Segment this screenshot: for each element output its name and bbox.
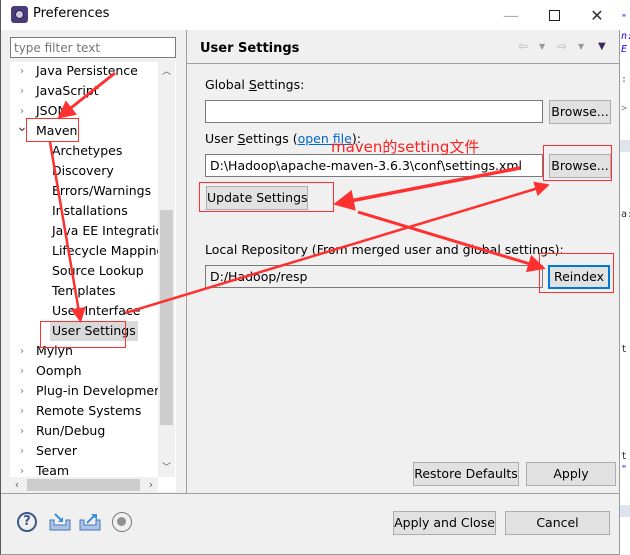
- background-editor: " n: E : > a: t t ": [620, 0, 630, 555]
- label-text: ettings:: [256, 77, 305, 92]
- tree-item-label: Installations: [52, 203, 128, 218]
- scroll-left-icon[interactable]: ‹: [10, 477, 24, 493]
- global-settings-label: Global Settings:: [205, 77, 304, 92]
- panel-divider[interactable]: [186, 30, 187, 493]
- preferences-window: Preferences — ✕ › Java Persistence › JavaSc…: [0, 0, 620, 555]
- editor-glyph: >: [621, 103, 628, 114]
- tree-item-label: JSON: [36, 103, 67, 118]
- chevron-right-icon[interactable]: ›: [16, 361, 28, 381]
- update-settings-button[interactable]: Update Settings: [206, 186, 308, 210]
- view-menu-icon[interactable]: ▼: [598, 41, 606, 52]
- editor-highlight: [620, 140, 630, 152]
- scroll-up-icon[interactable]: ︿: [158, 64, 175, 77]
- tree-item-label: Source Lookup: [52, 263, 144, 278]
- tree-item-label: User Interface: [52, 303, 141, 318]
- tree-item-label: Errors/Warnings: [52, 183, 152, 198]
- chevron-right-icon[interactable]: ›: [16, 81, 28, 101]
- tree-item-label: Remote Systems: [36, 403, 142, 418]
- tree-item-label: Templates: [52, 283, 116, 298]
- tree-item-label: Java Persistence: [36, 63, 138, 78]
- user-browse-button[interactable]: Browse...: [549, 154, 611, 178]
- tree-item-label: User Settings: [50, 321, 138, 341]
- page-title: User Settings: [200, 41, 300, 56]
- label-text: ettings (: [245, 131, 298, 146]
- footer-separator-left: [1, 493, 187, 494]
- help-icon[interactable]: ?: [17, 512, 37, 532]
- restore-defaults-button[interactable]: Restore Defaults: [413, 462, 519, 486]
- import-icon[interactable]: [49, 512, 71, 532]
- tree-item-label: Maven: [36, 123, 78, 138]
- tree-item-label: Mylyn: [36, 343, 73, 358]
- chevron-right-icon[interactable]: ›: [16, 441, 28, 461]
- global-settings-input[interactable]: [205, 100, 543, 123]
- page-navigation: ⇦ ▼ ⇨ ▼ ▼: [516, 39, 616, 55]
- title-separator: [187, 63, 619, 64]
- title-bar: Preferences — ✕: [1, 0, 620, 30]
- tree-item-label: Server: [36, 443, 77, 458]
- record-icon[interactable]: [112, 512, 132, 532]
- tree-item-label: Run/Debug: [36, 423, 106, 438]
- apply-button[interactable]: Apply: [526, 462, 616, 486]
- apply-and-close-button[interactable]: Apply and Close: [393, 511, 496, 535]
- tree-item-label: JavaScript: [36, 83, 99, 98]
- window-title: Preferences: [33, 6, 110, 21]
- global-browse-button[interactable]: Browse...: [549, 100, 611, 124]
- editor-glyph: :: [621, 74, 628, 85]
- maximize-icon: [548, 9, 560, 21]
- scroll-down-icon[interactable]: ﹀: [158, 460, 175, 473]
- forward-arrow-icon[interactable]: ⇨: [557, 39, 567, 53]
- tree-item-label: Java EE Integration: [52, 223, 172, 238]
- chevron-right-icon[interactable]: ›: [16, 381, 28, 401]
- chevron-right-icon[interactable]: ›: [16, 341, 28, 361]
- back-arrow-icon[interactable]: ⇦: [518, 39, 528, 53]
- tree-item-label: Oomph: [36, 363, 82, 378]
- footer-separator: [187, 493, 619, 494]
- maximize-button[interactable]: [531, 0, 577, 30]
- preferences-tree: › Java Persistence › JavaScript › JSON ⌄ Maven A…: [10, 62, 176, 492]
- editor-glyph: n:: [621, 31, 630, 42]
- reindex-button[interactable]: Reindex: [548, 265, 610, 289]
- editor-glyph: ": [621, 464, 628, 475]
- scroll-thumb[interactable]: [160, 210, 173, 425]
- chevron-right-icon[interactable]: ›: [16, 62, 28, 81]
- tree-horizontal-scrollbar[interactable]: ‹ ›: [10, 477, 158, 493]
- editor-glyph: ": [621, 13, 628, 24]
- label-text: User: [205, 131, 238, 146]
- tree-item-label: Plug-in Development: [36, 383, 167, 398]
- close-button[interactable]: ✕: [574, 0, 620, 30]
- chevron-down-icon[interactable]: ⌄: [16, 117, 28, 137]
- editor-highlight: [620, 505, 630, 517]
- annotation-text: maven的setting文件: [331, 138, 480, 156]
- hscroll-thumb[interactable]: [27, 479, 140, 491]
- user-settings-input[interactable]: D:\Hadoop\apache-maven-3.6.3\conf\settin…: [205, 154, 543, 177]
- preferences-tree-panel: › Java Persistence › JavaScript › JSON ⌄ Maven A…: [1, 30, 186, 493]
- minimize-button[interactable]: —: [488, 0, 534, 30]
- editor-glyph: a:: [621, 209, 630, 220]
- mnemonic: S: [248, 77, 257, 92]
- editor-glyph: t: [621, 344, 628, 355]
- editor-glyph: E: [621, 44, 628, 55]
- local-repository-field: D:/Hadoop/resp: [205, 265, 543, 288]
- label-text: Global: [205, 77, 249, 92]
- forward-dropdown-icon[interactable]: ▼: [578, 42, 584, 51]
- eclipse-app-icon: [11, 6, 28, 23]
- filter-input[interactable]: [10, 37, 176, 58]
- tree-item-label: Archetypes: [52, 143, 123, 158]
- export-icon[interactable]: [79, 512, 101, 532]
- scroll-right-icon[interactable]: ›: [144, 477, 158, 493]
- back-dropdown-icon[interactable]: ▼: [539, 42, 545, 51]
- tree-item-label: Discovery: [52, 163, 114, 178]
- chevron-right-icon[interactable]: ›: [16, 421, 28, 441]
- local-repository-label: Local Repository (From merged user and g…: [205, 242, 564, 257]
- cancel-button[interactable]: Cancel: [505, 511, 610, 535]
- editor-glyph: t: [621, 451, 628, 462]
- tree-vertical-scrollbar[interactable]: ︿ ﹀: [158, 62, 175, 477]
- tree-item-label: Lifecycle Mappings: [52, 243, 171, 258]
- chevron-right-icon[interactable]: ›: [16, 401, 28, 421]
